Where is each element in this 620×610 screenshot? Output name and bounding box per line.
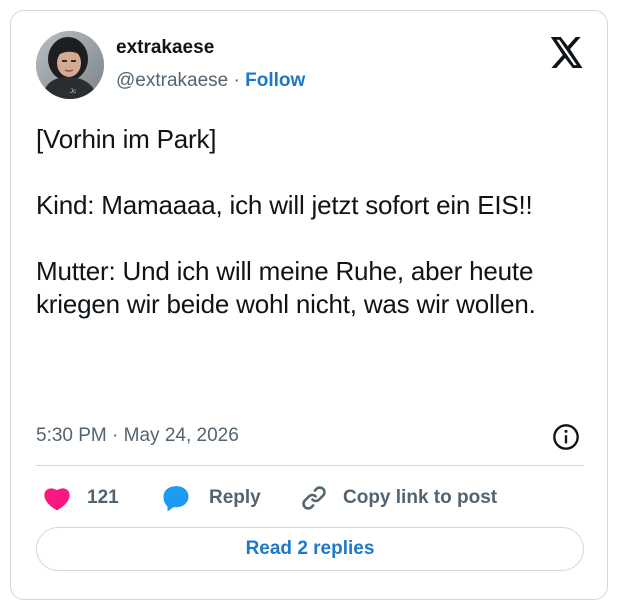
handle-separator: · (233, 70, 240, 91)
like-button[interactable]: 121 (43, 483, 119, 513)
follow-button[interactable]: Follow (245, 70, 305, 91)
author-handle-row: @extrakaese · Follow (116, 70, 305, 92)
reply-button[interactable]: Reply (161, 483, 261, 513)
author-name[interactable]: extrakaese (116, 37, 214, 59)
tweet-card: Jc extrakaese @extrakaese · Follow [Vorh… (10, 10, 608, 600)
avatar-image: Jc (36, 31, 104, 99)
heart-icon (43, 485, 71, 511)
reply-label: Reply (209, 487, 261, 508)
read-replies-label: Read 2 replies (245, 538, 375, 559)
tweet-text: [Vorhin im Park] Kind: Mamaaaa, ich will… (36, 123, 586, 321)
tweet-paragraph: [Vorhin im Park] (36, 124, 217, 154)
svg-text:Jc: Jc (70, 89, 76, 95)
author-handle[interactable]: @extrakaese (116, 70, 228, 91)
copy-link-label: Copy link to post (343, 487, 498, 508)
reply-bubble-icon (161, 484, 191, 512)
link-icon (299, 484, 329, 512)
info-icon[interactable] (552, 423, 580, 451)
tweet-time: 5:30 PM (36, 425, 107, 446)
tweet-timestamp[interactable]: 5:30 PM · May 24, 2026 (36, 425, 239, 447)
x-logo-icon[interactable] (550, 37, 584, 68)
avatar[interactable]: Jc (36, 31, 104, 99)
tweet-date: May 24, 2026 (123, 425, 239, 446)
timestamp-separator: · (112, 425, 119, 446)
read-replies-button[interactable]: Read 2 replies (36, 527, 584, 571)
divider (36, 465, 584, 466)
like-count: 121 (87, 487, 119, 508)
tweet-paragraph: Mutter: Und ich will meine Ruhe, aber he… (36, 256, 536, 319)
copy-link-button[interactable]: Copy link to post (299, 483, 497, 513)
tweet-paragraph: Kind: Mamaaaa, ich will jetzt sofort ein… (36, 190, 533, 220)
